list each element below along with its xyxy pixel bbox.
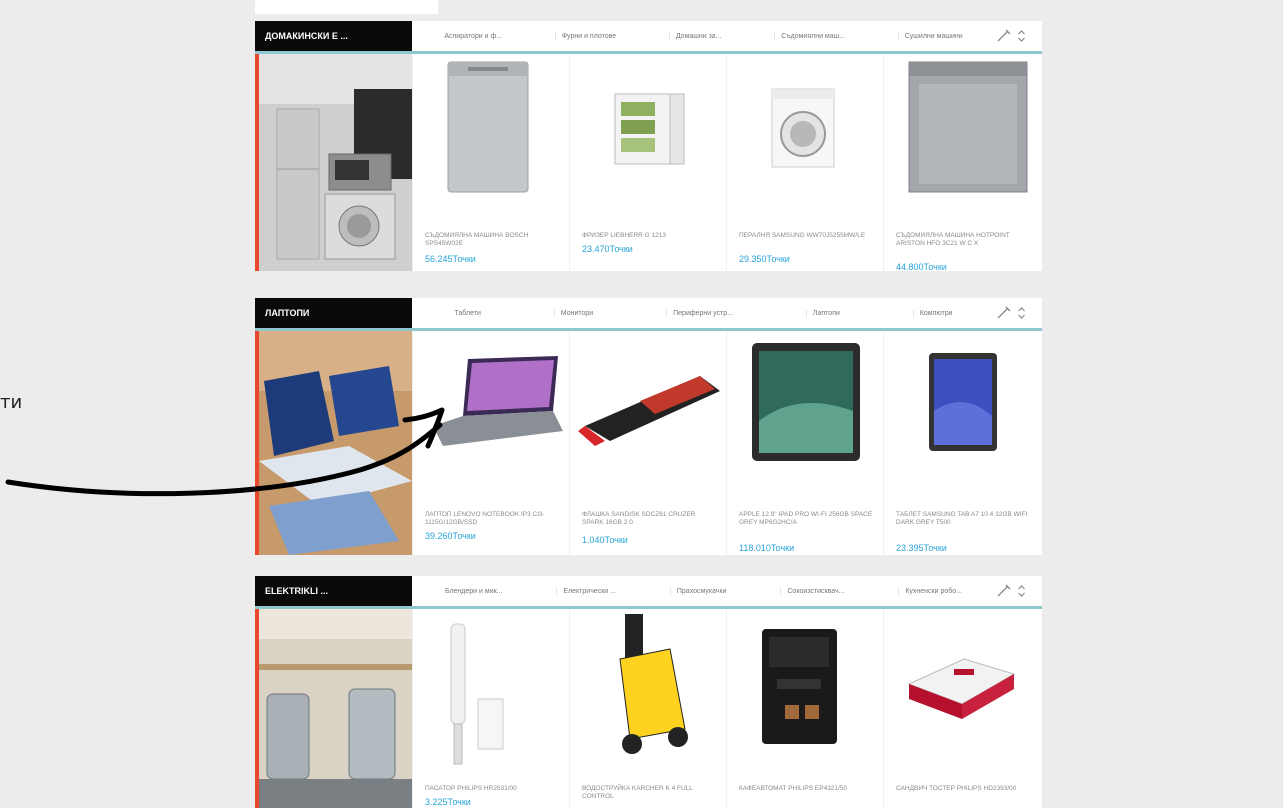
section-tools: [996, 582, 1034, 600]
product-price: 118.010Точки: [739, 543, 795, 553]
product-card[interactable]: ТАБЛЕТ SAMSUNG TAB A7 10.4 32GB WIFI DAR…: [883, 331, 1040, 555]
category-section-electric: ELEKTRIKLI ... Блендери и мик... Електри…: [255, 576, 1042, 808]
dishwasher-silver-icon: [447, 61, 529, 193]
top-white-strip: [255, 0, 438, 14]
washing-machine-icon: [771, 88, 835, 168]
section-tools: [996, 304, 1034, 322]
product-name[interactable]: КАФЕАВТОМАТ PHILIPS EP4321/50: [739, 785, 873, 793]
product-name[interactable]: ТАБЛЕТ SAMSUNG TAB A7 10.4 32GB WIFI DAR…: [896, 511, 1030, 527]
sort-chevrons-icon[interactable]: [1017, 28, 1026, 44]
section-body: ЛАПТОП LENOVO NOTEBOOK IP3 CI3-1115G/12G…: [255, 331, 1042, 555]
product-list: СЪДОМИЯЛНА МАШИНА BOSCH SPS45W02E 56.245…: [412, 54, 1042, 272]
product-name[interactable]: САНДВИЧ ТОСТЕР PHILIPS HD2393/00: [896, 785, 1030, 793]
promo-image-appliances[interactable]: [255, 54, 412, 271]
section-header: ДОМАКИНСКИ Е ... Аспиратори и ф... Фурни…: [255, 21, 1042, 54]
section-tab[interactable]: Лаптопи: [805, 309, 846, 317]
product-card[interactable]: САНДВИЧ ТОСТЕР PHILIPS HD2393/00: [883, 609, 1040, 808]
sort-chevrons-icon[interactable]: [1017, 305, 1026, 321]
product-card[interactable]: ЛАПТОП LENOVO NOTEBOOK IP3 CI3-1115G/12G…: [412, 331, 569, 555]
product-name[interactable]: APPLE 12.9" IPAD PRO WI-FI 256GB SPACE G…: [739, 511, 873, 527]
product-list: ПАСАТОР PHILIPS HR2531/00 3.225Точки ВОД…: [412, 609, 1042, 808]
category-section-laptops: ЛАПТОПИ Таблети Монитори Периферни устр.…: [255, 298, 1042, 555]
sandwich-toaster-icon: [907, 658, 1016, 719]
product-list: ЛАПТОП LENOVO NOTEBOOK IP3 CI3-1115G/12G…: [412, 331, 1042, 555]
section-header: ЛАПТОПИ Таблети Монитори Периферни устр.…: [255, 298, 1042, 331]
product-card[interactable]: ПАСАТОР PHILIPS HR2531/00 3.225Точки: [412, 609, 569, 808]
section-tab[interactable]: Сокоизстисквач...: [780, 587, 850, 595]
laptop-icon: [433, 356, 563, 446]
usb-flash-icon: [578, 376, 720, 446]
product-price: 23.470Точки: [582, 244, 633, 254]
product-name[interactable]: СЪДОМИЯЛНА МАШИНА BOSCH SPS45W02E: [425, 232, 559, 248]
section-tab[interactable]: Кухненски робо...: [898, 587, 968, 595]
product-card[interactable]: ФРИЗЕР LIEBHERR G 1213 23.470Точки: [569, 54, 726, 271]
product-name[interactable]: ФРИЗЕР LIEBHERR G 1213: [582, 232, 716, 240]
section-tab[interactable]: Сушилни машини: [897, 32, 969, 40]
wrench-icon[interactable]: [996, 583, 1012, 599]
product-price: 39.260Точки: [425, 531, 476, 541]
wrench-icon[interactable]: [996, 305, 1012, 321]
section-tools: [996, 27, 1034, 45]
coffee-machine-icon: [762, 629, 837, 744]
hand-blender-icon: [450, 623, 504, 765]
product-price: 23.395Точки: [896, 543, 947, 553]
product-name[interactable]: ПЕРАЛНЯ SAMSUNG WW70J5255MW/LE: [739, 232, 873, 240]
section-body: ПАСАТОР PHILIPS HR2531/00 3.225Точки ВОД…: [255, 609, 1042, 808]
section-tab[interactable]: Аспиратори и ф...: [438, 33, 508, 40]
section-tabs: Таблети Монитори Периферни устр... Лапто…: [415, 298, 992, 328]
product-card[interactable]: ПЕРАЛНЯ SAMSUNG WW70J5255MW/LE 29.350Точ…: [726, 54, 883, 271]
product-card[interactable]: СЪДОМИЯЛНА МАШИНА HOTPOINT ARISTON HFO 3…: [883, 54, 1040, 272]
promo-image-laptops[interactable]: [255, 331, 412, 555]
section-tab[interactable]: Периферни устр...: [666, 309, 739, 317]
product-card[interactable]: СЪДОМИЯЛНА МАШИНА BOSCH SPS45W02E 56.245…: [412, 54, 569, 271]
tablet-icon: [929, 353, 997, 451]
section-tab[interactable]: Таблети: [448, 310, 486, 317]
product-card[interactable]: APPLE 12.9" IPAD PRO WI-FI 256GB SPACE G…: [726, 331, 883, 555]
section-tab[interactable]: Електрически ...: [556, 587, 622, 595]
section-tab[interactable]: Компютри: [912, 309, 959, 317]
section-tab[interactable]: Фурни и плотове: [554, 32, 622, 40]
section-tab[interactable]: Прахосмукачки: [669, 587, 733, 595]
product-card[interactable]: ВОДОСТРУЙКА KARCHER K 4 FULL CONTROL: [569, 609, 726, 808]
product-name[interactable]: ФЛАШКА SANDISK SDCZ61 CRUZER SPARK 16GB …: [582, 511, 716, 527]
section-tabs: Блендери и мик... Електрически ... Прахо…: [415, 576, 992, 606]
product-card[interactable]: КАФЕАВТОМАТ PHILIPS EP4321/50: [726, 609, 883, 808]
pressure-washer-icon: [619, 614, 688, 754]
section-title[interactable]: ЛАПТОПИ: [255, 298, 412, 328]
product-card[interactable]: ФЛАШКА SANDISK SDCZ61 CRUZER SPARK 16GB …: [569, 331, 726, 555]
promo-image-electric[interactable]: [255, 609, 412, 808]
side-text-fragment: ти: [0, 392, 23, 413]
section-tab[interactable]: Монитори: [553, 309, 599, 317]
product-name[interactable]: ЛАПТОП LENOVO NOTEBOOK IP3 CI3-1115G/12G…: [425, 511, 559, 527]
wrench-icon[interactable]: [996, 28, 1012, 44]
product-price: 3.225Точки: [425, 797, 471, 807]
product-price: 56.245Точки: [425, 254, 476, 264]
section-tab[interactable]: Домашни за...: [668, 32, 728, 40]
section-header: ELEKTRIKLI ... Блендери и мик... Електри…: [255, 576, 1042, 609]
section-tabs: Аспиратори и ф... Фурни и плотове Домашн…: [415, 21, 992, 51]
product-name[interactable]: ВОДОСТРУЙКА KARCHER K 4 FULL CONTROL: [582, 785, 716, 801]
sort-chevrons-icon[interactable]: [1017, 583, 1026, 599]
ipad-icon: [752, 343, 860, 461]
section-tab[interactable]: Съдомиялни маш...: [774, 32, 851, 40]
product-price: 1.040Точки: [582, 535, 628, 545]
section-title[interactable]: ДОМАКИНСКИ Е ...: [255, 21, 412, 51]
product-name[interactable]: ПАСАТОР PHILIPS HR2531/00: [425, 785, 559, 793]
category-section-appliances: ДОМАКИНСКИ Е ... Аспиратори и ф... Фурни…: [255, 21, 1042, 272]
product-name[interactable]: СЪДОМИЯЛНА МАШИНА HOTPOINT ARISTON HFO 3…: [896, 232, 1030, 248]
freezer-white-icon: [614, 93, 685, 165]
section-body: СЪДОМИЯЛНА МАШИНА BOSCH SPS45W02E 56.245…: [255, 54, 1042, 272]
section-tab[interactable]: Блендери и мик...: [439, 588, 509, 595]
product-price: 29.350Точки: [739, 254, 790, 264]
section-title[interactable]: ELEKTRIKLI ...: [255, 576, 412, 606]
dishwasher-steel-icon: [908, 61, 1028, 193]
product-price: 44.800Точки: [896, 262, 947, 272]
